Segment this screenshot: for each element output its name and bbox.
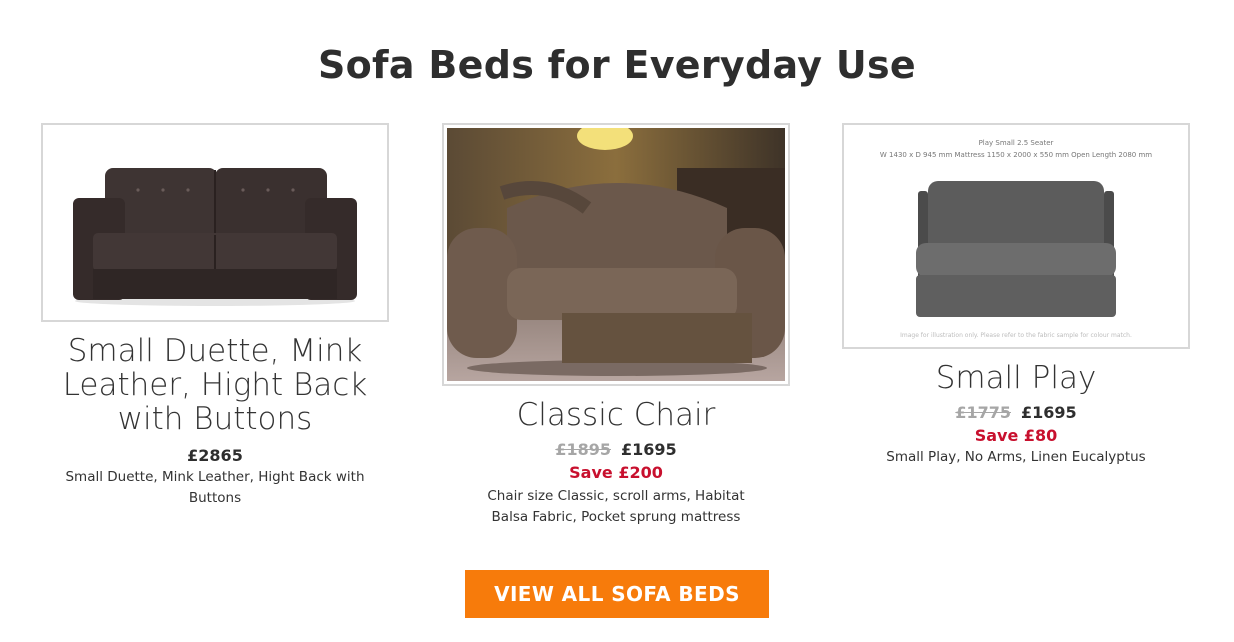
product-description: Small Duette, Mink Leather, Hight Back w… bbox=[65, 469, 365, 506]
current-price: £1695 bbox=[1021, 403, 1077, 422]
product-image[interactable] bbox=[41, 123, 389, 322]
current-price: £2865 bbox=[187, 446, 243, 465]
product-image[interactable] bbox=[442, 123, 790, 386]
save-badge: Save £80 bbox=[974, 426, 1058, 445]
image-caption: Play Small 2.5 Seater bbox=[979, 139, 1054, 147]
product-name[interactable]: Small Duette, Mink Leather, Hight Back w… bbox=[41, 334, 389, 436]
product-name[interactable]: Classic Chair bbox=[442, 398, 790, 432]
product-card[interactable]: Small Duette, Mink Leather, Hight Back w… bbox=[41, 123, 389, 509]
image-dimensions: W 1430 x D 945 mm Mattress 1150 x 2000 x… bbox=[880, 151, 1152, 159]
product-description: Small Play, No Arms, Linen Eucalyptus bbox=[886, 449, 1146, 465]
view-all-sofa-beds-button[interactable]: VIEW ALL SOFA BEDS bbox=[465, 570, 769, 618]
price-row: £2865 bbox=[41, 446, 389, 465]
old-price: £1775 bbox=[955, 403, 1011, 422]
save-badge: Save £200 bbox=[569, 463, 663, 482]
price-row: £1895 £1695 bbox=[442, 440, 790, 459]
product-name[interactable]: Small Play bbox=[842, 361, 1190, 395]
image-footnote: Image for illustration only. Please refe… bbox=[900, 332, 1132, 339]
armchair-icon bbox=[447, 128, 785, 381]
product-description: Chair size Classic, scroll arms, Habitat… bbox=[487, 488, 745, 525]
product-card[interactable]: Play Small 2.5 Seater W 1430 x D 945 mm … bbox=[842, 123, 1190, 468]
product-image[interactable]: Play Small 2.5 Seater W 1430 x D 945 mm … bbox=[842, 123, 1190, 349]
current-price: £1695 bbox=[621, 440, 677, 459]
page-title: Sofa Beds for Everyday Use bbox=[317, 43, 916, 88]
sofa-icon bbox=[73, 168, 357, 306]
sofa-icon: Play Small 2.5 Seater W 1430 x D 945 mm … bbox=[880, 139, 1152, 339]
price-row: £1775 £1695 bbox=[842, 403, 1190, 422]
old-price: £1895 bbox=[555, 440, 611, 459]
product-card[interactable]: Classic Chair £1895 £1695 Save £200 Chair… bbox=[442, 123, 790, 528]
